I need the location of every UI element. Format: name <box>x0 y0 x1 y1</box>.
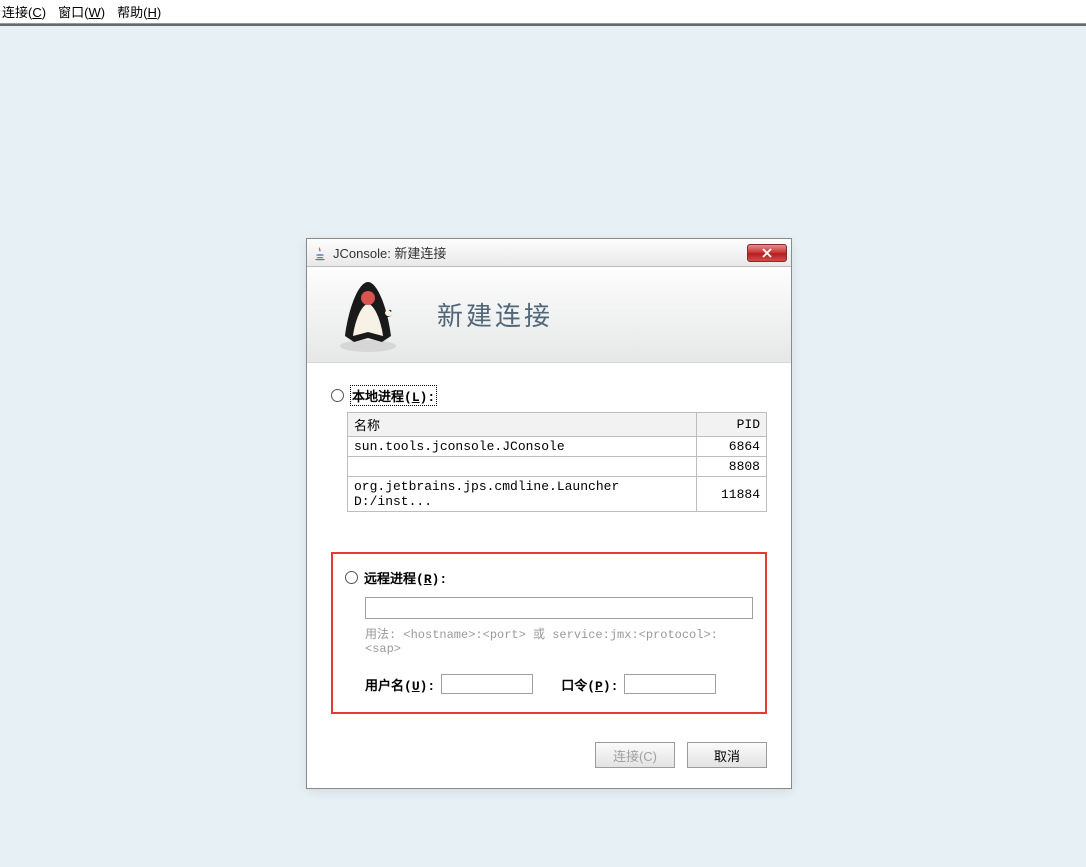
titlebar[interactable]: JConsole: 新建连接 <box>307 239 791 267</box>
button-row: 连接(C) 取消 <box>307 728 791 788</box>
usage-hint: 用法: <hostname>:<port> 或 service:jmx:<pro… <box>365 625 753 656</box>
process-name <box>348 457 697 477</box>
menu-connect-mnemonic: C <box>32 5 41 20</box>
dialog-body: 本地进程(L): 名称 PID sun.tools.jconsole.JCons… <box>307 363 791 728</box>
new-connection-dialog: JConsole: 新建连接 新建连接 <box>306 238 792 789</box>
process-pid: 6864 <box>697 437 767 457</box>
menu-help[interactable]: 帮助(H) <box>117 2 161 21</box>
remote-process-section: 远程进程(R): 用法: <hostname>:<port> 或 service… <box>331 552 767 714</box>
process-pid: 11884 <box>697 477 767 512</box>
process-table[interactable]: 名称 PID sun.tools.jconsole.JConsole 6864 … <box>347 412 767 512</box>
process-name: org.jetbrains.jps.cmdline.Launcher D:/in… <box>348 477 697 512</box>
connect-button[interactable]: 连接(C) <box>595 742 675 768</box>
col-name[interactable]: 名称 <box>348 413 697 437</box>
menu-help-label: 帮助 <box>117 5 143 20</box>
close-button[interactable] <box>747 244 787 262</box>
menu-window-label: 窗口 <box>58 5 84 20</box>
table-row[interactable]: org.jetbrains.jps.cmdline.Launcher D:/in… <box>348 477 767 512</box>
dialog-title: JConsole: 新建连接 <box>333 243 747 262</box>
cancel-button[interactable]: 取消 <box>687 742 767 768</box>
header-title: 新建连接 <box>437 296 553 333</box>
header-banner: 新建连接 <box>307 267 791 363</box>
menu-connect[interactable]: 连接(C) <box>2 2 46 21</box>
close-icon <box>761 248 773 258</box>
local-process-label: 本地进程(L): <box>352 390 435 405</box>
menu-window[interactable]: 窗口(W) <box>58 2 105 21</box>
java-icon <box>313 245 327 261</box>
menu-connect-label: 连接 <box>2 5 28 20</box>
menu-window-mnemonic: W <box>88 5 100 20</box>
menu-help-mnemonic: H <box>147 5 156 20</box>
username-input[interactable] <box>441 674 533 694</box>
username-label: 用户名(U): <box>365 675 435 694</box>
duke-icon <box>329 276 407 354</box>
password-label: 口令(P): <box>561 675 618 694</box>
col-pid[interactable]: PID <box>697 413 767 437</box>
password-input[interactable] <box>624 674 716 694</box>
remote-address-input[interactable] <box>365 597 753 619</box>
table-row[interactable]: sun.tools.jconsole.JConsole 6864 <box>348 437 767 457</box>
cancel-button-label: 取消 <box>714 746 740 765</box>
remote-process-label: 远程进程(R): <box>364 568 447 587</box>
remote-process-radio-row[interactable]: 远程进程(R): <box>345 568 753 587</box>
table-row[interactable]: 8808 <box>348 457 767 477</box>
workspace: JConsole: 新建连接 新建连接 <box>0 24 1086 867</box>
connect-button-label: 连接(C) <box>613 746 657 765</box>
local-process-radio[interactable] <box>331 389 344 402</box>
process-name: sun.tools.jconsole.JConsole <box>348 437 697 457</box>
credentials-row: 用户名(U): 口令(P): <box>365 674 753 694</box>
process-pid: 8808 <box>697 457 767 477</box>
remote-process-radio[interactable] <box>345 571 358 584</box>
local-process-radio-row[interactable]: 本地进程(L): <box>331 385 767 406</box>
menubar: 连接(C) 窗口(W) 帮助(H) <box>0 0 1086 24</box>
